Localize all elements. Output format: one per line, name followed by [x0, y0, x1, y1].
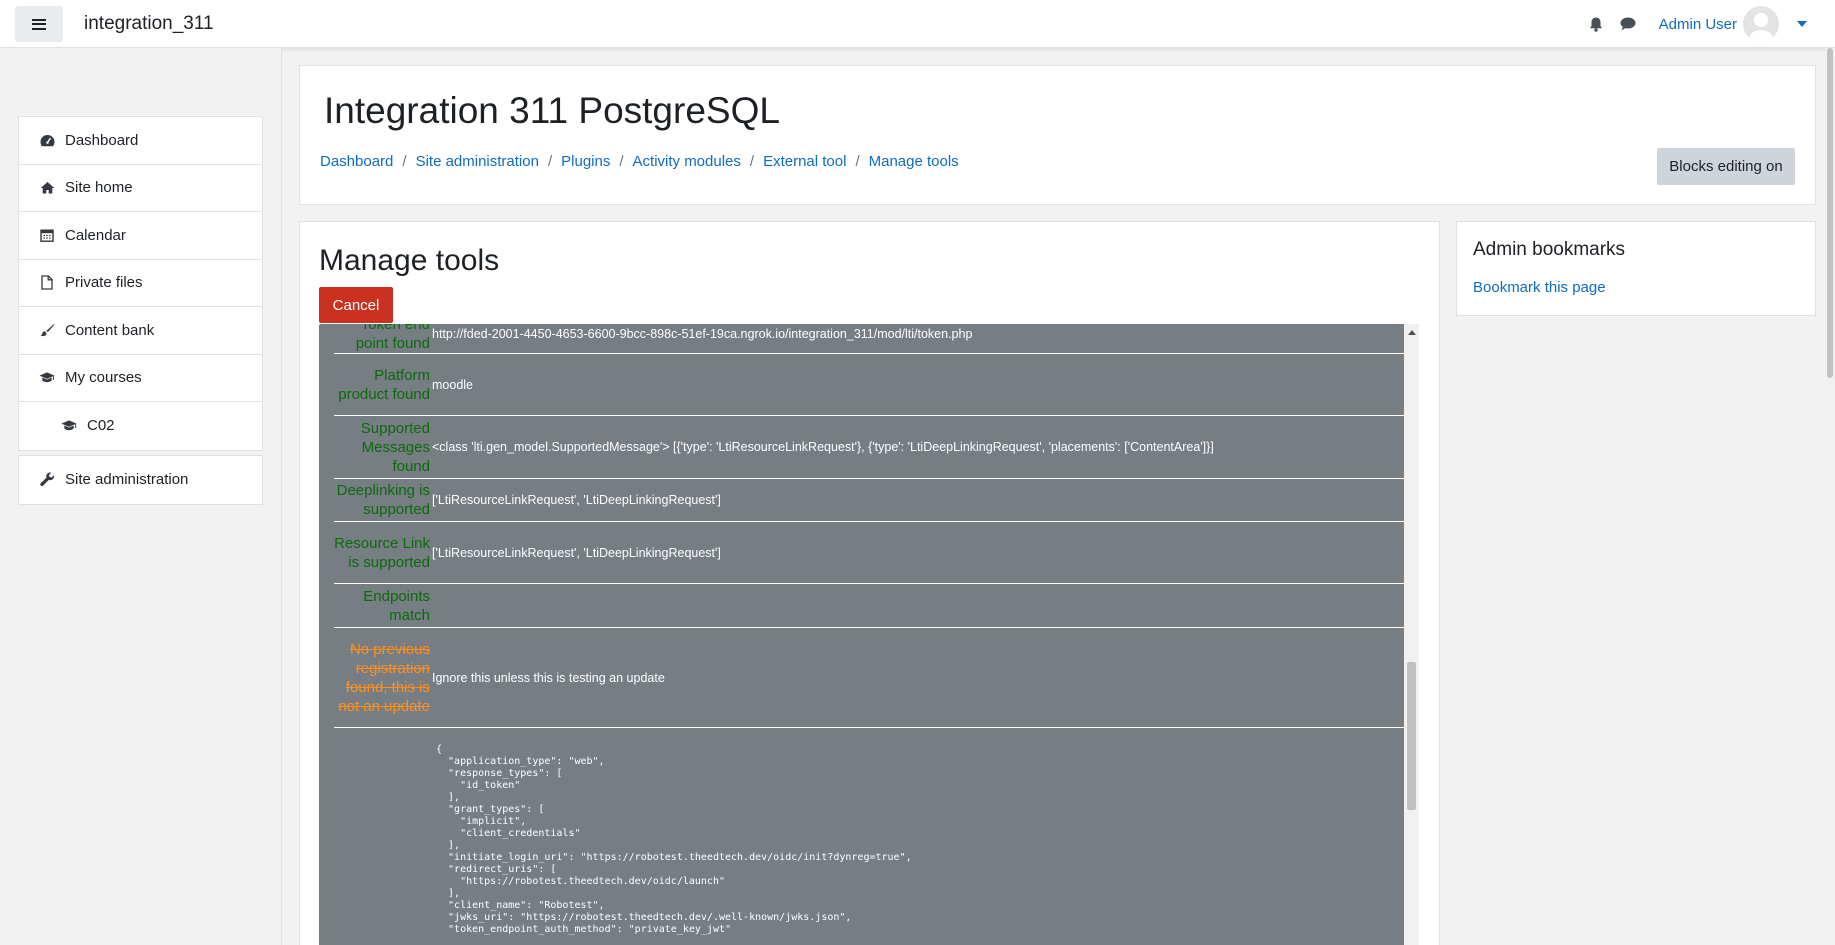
table-row: Deeplinking is supported ['LtiResourceLi… [334, 478, 1404, 522]
table-row: Supported Messages found <class 'lti.gen… [334, 415, 1404, 479]
chat-icon[interactable] [1619, 15, 1637, 33]
row-label: Platform product found [334, 353, 432, 416]
admin-bookmarks-block: Admin bookmarks Bookmark this page [1456, 221, 1816, 316]
sidebar-item-label: Site home [65, 179, 133, 197]
navbar-user-area: Admin User [1587, 0, 1835, 48]
sidebar-item-label: C02 [87, 417, 115, 435]
scroll-up-icon[interactable] [1408, 330, 1416, 335]
sidebar-item-site-home[interactable]: Site home [19, 165, 262, 212]
row-value: <class 'lti.gen_model.SupportedMessage'>… [432, 415, 1404, 479]
table-row: Platform product found moodle [334, 353, 1404, 416]
sidebar-item-dashboard[interactable]: Dashboard [19, 117, 262, 165]
section-title: Manage tools [319, 244, 500, 277]
breadcrumb-site-administration[interactable]: Site administration [416, 153, 539, 170]
sidebar-item-label: My courses [65, 369, 142, 387]
main-region: Manage tools Cancel Token end point foun… [299, 221, 1440, 945]
sidebar-item-calendar[interactable]: Calendar [19, 212, 262, 260]
row-value: ['LtiResourceLinkRequest', 'LtiDeepLinki… [432, 521, 1404, 584]
wrench-icon [39, 472, 55, 488]
breadcrumb-separator: / [619, 153, 624, 170]
sidebar-item-content-bank[interactable]: Content bank [19, 307, 262, 355]
output-scrollbar[interactable] [1404, 324, 1419, 945]
top-navbar: integration_311 Admin User [0, 0, 1835, 48]
page-title: Integration 311 PostgreSQL [324, 90, 780, 131]
bell-icon[interactable] [1587, 15, 1605, 33]
table-row: Endpoints match [334, 583, 1404, 628]
sidebar-item-label: Site administration [65, 471, 189, 489]
sidebar-item-site-administration[interactable]: Site administration [19, 456, 262, 504]
cancel-button[interactable]: Cancel [319, 287, 393, 323]
registration-json: { "application_type": "web", "response_t… [436, 744, 912, 935]
blocks-editing-button[interactable]: Blocks editing on [1657, 148, 1795, 185]
sidebar-item-my-courses[interactable]: My courses [19, 355, 262, 402]
breadcrumb-separator: / [855, 153, 860, 170]
dashboard-icon [39, 132, 55, 148]
block-title: Admin bookmarks [1473, 239, 1626, 260]
row-value [432, 583, 1404, 628]
page-scrollbar[interactable] [1825, 48, 1835, 945]
row-label: Deeplinking is supported [334, 478, 432, 522]
row-label: Endpoints match [334, 583, 432, 628]
drawer-toggle-button[interactable] [15, 6, 63, 42]
table-row: Resource Link is supported ['LtiResource… [334, 521, 1404, 584]
nav-drawer: Dashboard Site home Calendar Private fil… [0, 48, 282, 945]
site-name[interactable]: integration_311 [84, 13, 214, 35]
breadcrumb-manage-tools[interactable]: Manage tools [869, 153, 959, 170]
breadcrumb-separator: / [749, 153, 755, 170]
breadcrumb-activity-modules[interactable]: Activity modules [633, 153, 741, 170]
sidebar-item-label: Calendar [65, 226, 126, 244]
page-scrollbar-thumb[interactable] [1827, 48, 1833, 378]
sidebar-item-label: Private files [65, 274, 143, 292]
breadcrumb-separator: / [547, 153, 553, 170]
paintbrush-icon [39, 322, 55, 338]
row-label: Supported Messages found [334, 415, 432, 479]
home-icon [39, 180, 55, 196]
breadcrumb-external-tool[interactable]: External tool [763, 153, 846, 170]
registration-results-table: Token end point found http://fded-2001-4… [334, 324, 1404, 728]
breadcrumb-dashboard[interactable]: Dashboard [320, 153, 393, 170]
calendar-icon [39, 227, 55, 243]
hamburger-icon [32, 18, 46, 30]
row-value: http://fded-2001-4450-4653-6600-9bcc-898… [432, 324, 1404, 354]
page-header: Integration 311 PostgreSQL Dashboard / S… [299, 65, 1816, 205]
breadcrumb: Dashboard / Site administration / Plugin… [320, 153, 959, 170]
nav-list-main: Dashboard Site home Calendar Private fil… [18, 116, 263, 451]
scrollbar-thumb[interactable] [1407, 662, 1416, 810]
table-row: Token end point found http://fded-2001-4… [334, 324, 1404, 354]
table-row: No previous registration found, this is … [334, 627, 1404, 728]
breadcrumb-separator: / [402, 153, 407, 170]
sidebar-item-label: Content bank [65, 321, 155, 339]
row-value: Ignore this unless this is testing an up… [432, 627, 1404, 728]
breadcrumb-plugins[interactable]: Plugins [561, 153, 610, 170]
row-label: Resource Link is supported [334, 521, 432, 584]
sidebar-item-c02[interactable]: C02 [19, 402, 262, 450]
bookmark-this-page-link[interactable]: Bookmark this page [1473, 279, 1606, 296]
graduation-cap-icon [39, 370, 55, 386]
nav-list-admin: Site administration [18, 455, 263, 505]
row-value: ['LtiResourceLinkRequest', 'LtiDeepLinki… [432, 478, 1404, 522]
user-menu-name[interactable]: Admin User [1659, 16, 1737, 33]
graduation-cap-icon [61, 418, 77, 434]
user-menu-caret-icon[interactable] [1797, 21, 1807, 27]
file-icon [39, 275, 55, 291]
row-value: moodle [432, 353, 1404, 416]
avatar[interactable] [1743, 6, 1779, 42]
registration-output-panel[interactable]: Token end point found http://fded-2001-4… [319, 324, 1419, 945]
sidebar-item-label: Dashboard [65, 131, 139, 149]
row-label: Token end point found [334, 324, 432, 354]
row-label-warning: No previous registration found, this is … [334, 627, 432, 728]
sidebar-item-private-files[interactable]: Private files [19, 260, 262, 307]
